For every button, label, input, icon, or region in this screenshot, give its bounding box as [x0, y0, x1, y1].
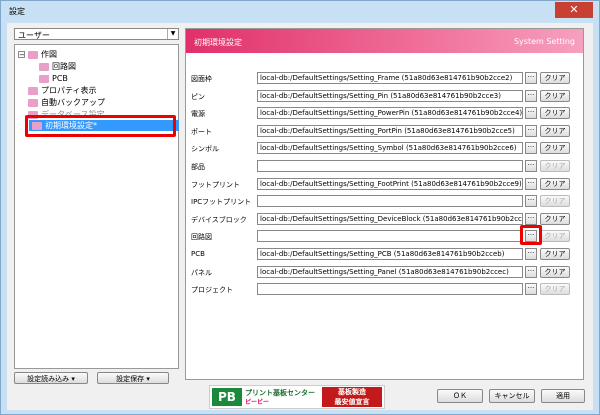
setting-label: プロジェクト [191, 286, 233, 294]
clear-button[interactable]: クリア [540, 266, 570, 278]
folder-icon [28, 98, 38, 107]
browse-button[interactable]: ··· [525, 160, 537, 172]
folder-icon [39, 74, 49, 83]
browse-button[interactable]: ··· [525, 283, 537, 295]
panel-title: 初期環境設定 [194, 38, 242, 47]
tree-item-property-display[interactable]: プロパティ表示 [28, 85, 97, 96]
save-settings-button[interactable]: 設定保存 ▾ [97, 372, 169, 384]
setting-path-field[interactable]: local-db:/DefaultSettings/Setting_Symbol… [257, 142, 523, 154]
folder-icon [28, 50, 38, 59]
folder-icon [39, 62, 49, 71]
tree-item-label: 作図 [41, 50, 57, 59]
cancel-button[interactable]: キャンセル [489, 389, 535, 403]
chevron-down-icon: ▼ [167, 29, 178, 39]
browse-button[interactable]: ··· [525, 248, 537, 260]
highlight-box [520, 225, 542, 245]
setting-label: ポート [191, 128, 212, 136]
load-settings-button[interactable]: 設定読み込み ▾ [14, 372, 88, 384]
setting-path-field[interactable]: local-db:/DefaultSettings/Setting_PowerP… [257, 107, 523, 119]
banner-promo-line2: 最安値宣言 [334, 398, 370, 406]
clear-button[interactable]: クリア [540, 248, 570, 260]
setting-path-field[interactable]: local-db:/DefaultSettings/Setting_Device… [257, 213, 523, 225]
apply-button[interactable]: 適用 [541, 389, 585, 403]
setting-label: フットプリント [191, 181, 240, 189]
tree-item-label: プロパティ表示 [41, 86, 97, 95]
ok-button[interactable]: ＯＫ [437, 389, 483, 403]
folder-icon [28, 86, 38, 95]
setting-label: PCB [191, 250, 205, 258]
collapse-icon[interactable]: − [18, 51, 25, 59]
clear-button[interactable]: クリア [540, 213, 570, 225]
setting-path-field[interactable] [257, 195, 523, 207]
window-title: 設定 [9, 7, 25, 16]
setting-path-field[interactable]: local-db:/DefaultSettings/Setting_Panel … [257, 266, 523, 278]
setting-path-field[interactable] [257, 230, 523, 242]
clear-button[interactable]: クリア [540, 107, 570, 119]
tree-item-pcb[interactable]: PCB [39, 73, 68, 84]
tree-item-drawing[interactable]: − 作図 [18, 49, 57, 60]
setting-label: 電源 [191, 110, 205, 118]
browse-button[interactable]: ··· [525, 90, 537, 102]
highlight-box [25, 115, 176, 137]
tree-item-label: 自動バックアップ [41, 98, 105, 107]
panel-header: 初期環境設定 System Setting [186, 29, 583, 53]
browse-button[interactable]: ··· [525, 125, 537, 137]
initial-settings-panel: 初期環境設定 System Setting 図面枠 local-db:/Defau… [185, 28, 584, 380]
setting-label: 部品 [191, 163, 205, 171]
setting-path-field[interactable]: local-db:/DefaultSettings/Setting_PCB (5… [257, 248, 523, 260]
browse-button[interactable]: ··· [525, 72, 537, 84]
setting-label: 図面枠 [191, 75, 212, 83]
user-scope-select[interactable]: ユーザー ▼ [14, 28, 179, 40]
browse-button[interactable]: ··· [525, 178, 537, 190]
browse-button[interactable]: ··· [525, 213, 537, 225]
banner-promo-line1: 基板製造 [338, 388, 366, 396]
title-bar: 設定 ✕ [1, 1, 599, 23]
setting-label: シンボル [191, 145, 219, 153]
tree-item-schematic[interactable]: 回路図 [39, 61, 76, 72]
clear-button[interactable]: クリア [540, 160, 570, 172]
dialog-client: ユーザー ▼ − 作図 回路図 PCB プロパティ表示 自動バックアップ データベ… [7, 23, 593, 410]
clear-button[interactable]: クリア [540, 178, 570, 190]
setting-path-field[interactable]: local-db:/DefaultSettings/Setting_Pin (5… [257, 90, 523, 102]
clear-button[interactable]: クリア [540, 72, 570, 84]
setting-path-field[interactable] [257, 160, 523, 172]
banner-promo: 基板製造 最安値宣言 [322, 387, 382, 407]
setting-label: デバイスブロック [191, 216, 247, 224]
setting-label: IPCフットプリント [191, 198, 252, 206]
browse-button[interactable]: ··· [525, 107, 537, 119]
tree-item-label: 回路図 [52, 62, 76, 71]
browse-button[interactable]: ··· [525, 142, 537, 154]
setting-label: パネル [191, 269, 212, 277]
settings-window: 設定 ✕ ユーザー ▼ − 作図 回路図 PCB プロパティ表示 自動バックアップ [0, 0, 600, 415]
pb-logo: PB [212, 388, 242, 406]
browse-button[interactable]: ··· [525, 266, 537, 278]
clear-button[interactable]: クリア [540, 230, 570, 242]
clear-button[interactable]: クリア [540, 195, 570, 207]
panel-subtitle: System Setting [513, 37, 575, 46]
banner-line2: ピービー [245, 399, 270, 406]
setting-path-field[interactable] [257, 283, 523, 295]
clear-button[interactable]: クリア [540, 142, 570, 154]
tree-item-label: PCB [52, 74, 68, 83]
clear-button[interactable]: クリア [540, 90, 570, 102]
setting-path-field[interactable]: local-db:/DefaultSettings/Setting_PortPi… [257, 125, 523, 137]
setting-path-field[interactable]: local-db:/DefaultSettings/Setting_Frame … [257, 72, 523, 84]
close-button[interactable]: ✕ [555, 2, 593, 18]
user-scope-value: ユーザー [18, 31, 50, 40]
settings-tree: − 作図 回路図 PCB プロパティ表示 自動バックアップ データベース設定 初期… [14, 44, 179, 369]
tree-item-auto-backup[interactable]: 自動バックアップ [28, 97, 105, 108]
clear-button[interactable]: クリア [540, 283, 570, 295]
ad-banner[interactable]: PB プリント基板センター ピービー 基板製造 最安値宣言 [209, 385, 385, 409]
setting-path-field[interactable]: local-db:/DefaultSettings/Setting_FootPr… [257, 178, 523, 190]
browse-button[interactable]: ··· [525, 195, 537, 207]
clear-button[interactable]: クリア [540, 125, 570, 137]
setting-label: ピン [191, 93, 205, 101]
setting-label: 回路図 [191, 233, 212, 241]
